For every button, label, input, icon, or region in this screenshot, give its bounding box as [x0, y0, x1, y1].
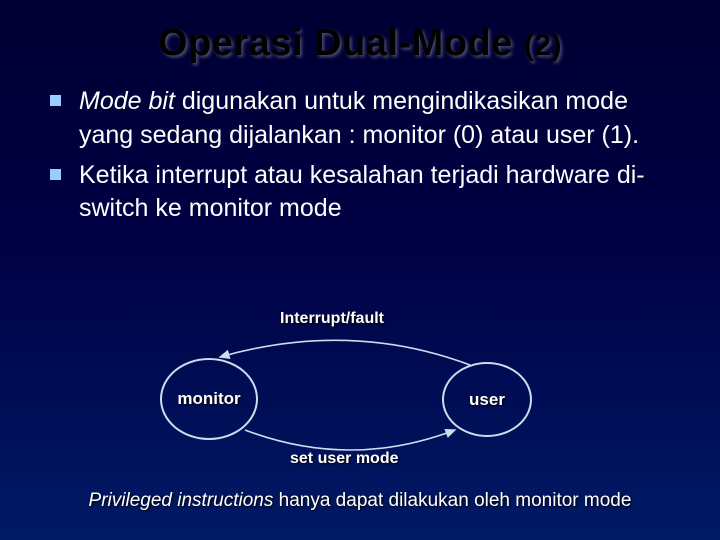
- bullet-icon: [50, 169, 61, 180]
- slide-title: Operasi Dual-Mode (2): [0, 0, 720, 85]
- bullet-italic: Mode bit: [79, 87, 175, 115]
- bullet-rest: Ketika interrupt atau kesalahan terjadi …: [79, 161, 645, 223]
- bullet-list: Mode bit digunakan untuk mengindikasikan…: [0, 85, 720, 226]
- monitor-node: monitor: [160, 358, 258, 440]
- footer-note: Privileged instructions hanya dapat dila…: [0, 490, 720, 512]
- diagram-top-label: Interrupt/fault: [280, 310, 384, 328]
- bullet-text: Mode bit digunakan untuk mengindikasikan…: [79, 85, 660, 153]
- list-item: Mode bit digunakan untuk mengindikasikan…: [50, 85, 660, 153]
- user-node: user: [442, 362, 532, 437]
- footer-italic: Privileged instructions: [89, 490, 274, 511]
- diagram-bottom-label: set user mode: [290, 450, 398, 468]
- monitor-node-label: monitor: [177, 389, 240, 409]
- bullet-text: Ketika interrupt atau kesalahan terjadi …: [79, 159, 660, 227]
- user-node-label: user: [469, 390, 505, 410]
- title-main: Operasi Dual-Mode: [158, 22, 524, 64]
- footer-rest: hanya dapat dilakukan oleh monitor mode: [273, 490, 631, 511]
- bullet-icon: [50, 95, 61, 106]
- list-item: Ketika interrupt atau kesalahan terjadi …: [50, 159, 660, 227]
- title-sub: (2): [524, 29, 562, 62]
